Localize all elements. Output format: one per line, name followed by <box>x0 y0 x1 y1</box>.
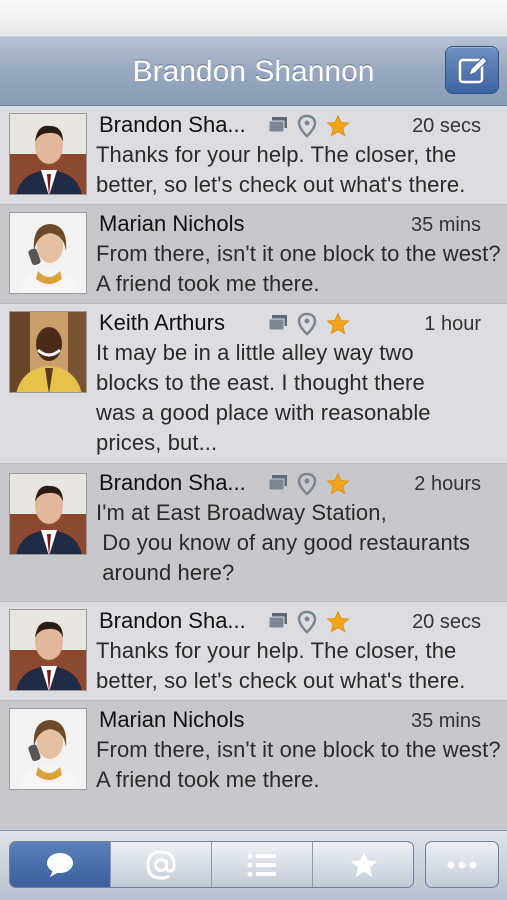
chat-icon <box>268 613 287 629</box>
message-row[interactable]: Brandon Sha... 20 secs Thanks for your h… <box>0 602 507 701</box>
location-pin-icon <box>298 610 317 634</box>
message-row[interactable]: Marian Nichols 35 mins From there, isn't… <box>0 701 507 830</box>
at-sign-icon <box>146 849 176 880</box>
page-title: Brandon Shannon <box>132 55 375 88</box>
message-text: It may be in a little alley way two bloc… <box>96 340 437 455</box>
timestamp: 20 secs <box>412 115 481 137</box>
message-icons <box>267 312 354 336</box>
sender-name: Keith Arthurs <box>99 310 225 335</box>
compose-icon <box>458 56 488 84</box>
chat-icon <box>268 315 287 331</box>
message-icons <box>267 610 354 634</box>
sender-name: Brandon Sha... <box>99 608 246 633</box>
more-button[interactable] <box>425 841 499 888</box>
timestamp: 2 hours <box>414 473 481 495</box>
star-icon <box>326 472 350 495</box>
sender-name: Marian Nichols <box>99 707 245 732</box>
sender-name: Marian Nichols <box>99 211 245 236</box>
message-text: From there, isn't it one block to the we… <box>96 241 506 296</box>
message-text: From there, isn't it one block to the we… <box>96 737 506 792</box>
timestamp: 1 hour <box>424 313 481 335</box>
tab-favorites[interactable] <box>313 842 413 887</box>
ellipsis-icon <box>447 861 477 868</box>
message-text: Thanks for your help. The closer, the be… <box>96 142 466 197</box>
tab-mentions[interactable] <box>111 842 212 887</box>
avatar <box>9 473 87 555</box>
chat-icon <box>268 117 287 133</box>
tab-list[interactable] <box>212 842 313 887</box>
star-icon <box>326 114 350 137</box>
sender-name: Brandon Sha... <box>99 112 246 137</box>
message-text: Thanks for your help. The closer, the be… <box>96 638 466 693</box>
avatar <box>9 311 87 393</box>
list-icon <box>247 853 276 876</box>
location-pin-icon <box>298 312 317 336</box>
avatar <box>9 113 87 195</box>
star-icon <box>350 851 377 877</box>
message-text: I'm at East Broadway Station, Do you kno… <box>96 500 471 585</box>
star-icon <box>326 610 350 633</box>
avatar <box>9 708 87 790</box>
tab-chat[interactable] <box>10 842 111 887</box>
avatar <box>9 609 87 691</box>
message-icons <box>267 472 354 496</box>
tab-bar <box>0 830 507 900</box>
tab-segment-control <box>9 841 414 888</box>
message-list: Brandon Sha... 20 secs Thanks for your h… <box>0 106 507 830</box>
chat-bubble-icon <box>47 852 73 877</box>
message-row[interactable]: Brandon Sha... 20 secs Thanks for your h… <box>0 106 507 205</box>
timestamp: 35 mins <box>410 214 481 236</box>
location-pin-icon <box>298 114 317 138</box>
status-bar <box>0 0 507 36</box>
message-row[interactable]: Brandon Sha... 2 hours I'm at East Broad… <box>0 464 507 602</box>
chat-icon <box>268 475 287 491</box>
timestamp: 35 mins <box>410 710 481 732</box>
compose-button[interactable] <box>445 46 499 94</box>
message-row[interactable]: Keith Arthurs 1 hour It may be in a litt… <box>0 304 507 464</box>
message-icons <box>267 114 354 138</box>
location-pin-icon <box>298 472 317 496</box>
navigation-bar: Brandon Shannon <box>0 36 507 106</box>
timestamp: 20 secs <box>412 611 481 633</box>
avatar <box>9 212 87 294</box>
message-row[interactable]: Marian Nichols 35 mins From there, isn't… <box>0 205 507 304</box>
sender-name: Brandon Sha... <box>99 470 246 495</box>
star-icon <box>326 312 350 335</box>
